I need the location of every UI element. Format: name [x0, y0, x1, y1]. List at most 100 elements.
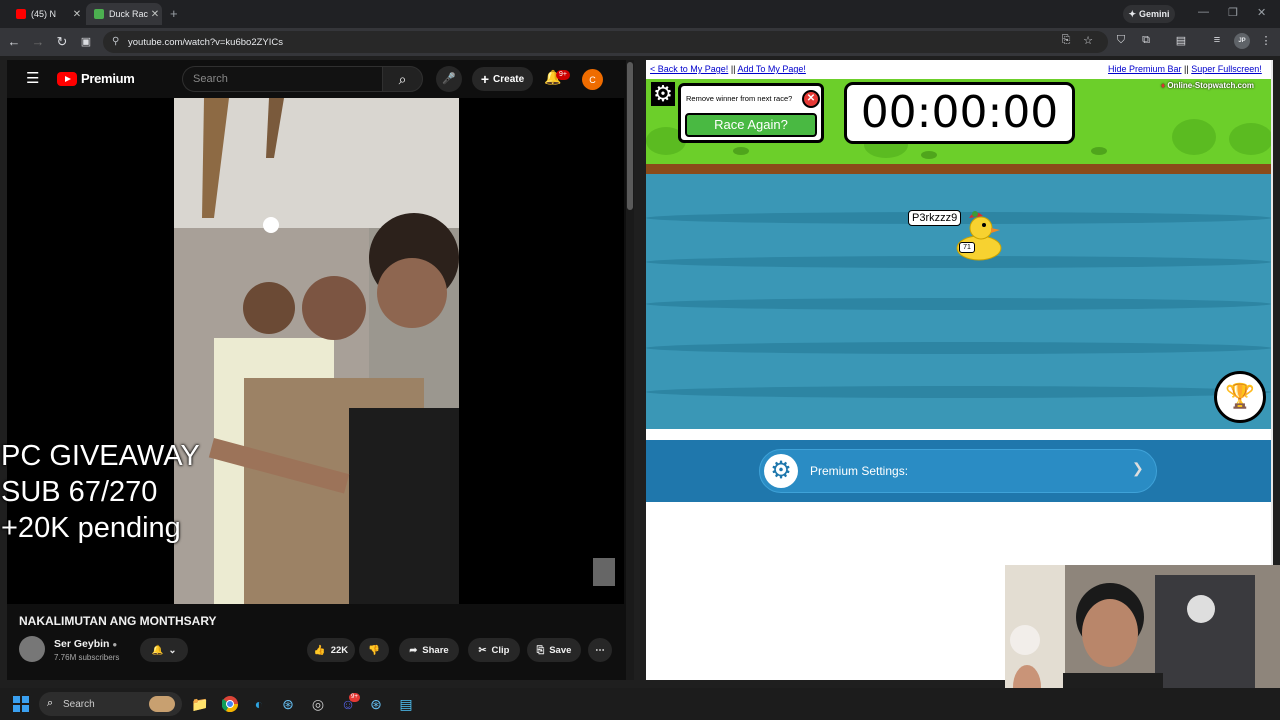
river-bank-dirt: [646, 164, 1273, 174]
duck-race-favicon-icon: [94, 9, 104, 19]
bookmark-icon: ⎘: [536, 644, 545, 656]
file-explorer-icon[interactable]: 📁: [190, 694, 210, 714]
youtube-logo[interactable]: Premium: [57, 71, 135, 86]
more-actions-button[interactable]: ⋯: [588, 638, 612, 662]
hamburger-icon[interactable]: ☰: [26, 71, 39, 86]
bell-icon: 🔔: [151, 644, 164, 656]
window-close-icon[interactable]: ✕: [1257, 6, 1266, 19]
notepad-icon[interactable]: ▤: [396, 694, 416, 714]
online-stopwatch-logo[interactable]: ♦ Online-Stopwatch.com: [1161, 81, 1254, 90]
share-button[interactable]: ➦ Share: [399, 638, 459, 662]
microphone-icon[interactable]: 🎤: [436, 66, 462, 92]
app-icon[interactable]: ◎: [308, 694, 328, 714]
steam-secondary-icon[interactable]: ⊛: [366, 694, 386, 714]
tab-duck-race[interactable]: Duck Rac ✕: [86, 3, 162, 25]
logo-text: Premium: [81, 71, 135, 86]
back-icon[interactable]: ←: [6, 34, 22, 50]
bookmark-star-icon[interactable]: ☆: [1080, 34, 1096, 47]
super-fullscreen-link[interactable]: Super Fullscreen!: [1191, 64, 1262, 74]
chrome-icon[interactable]: [220, 694, 240, 714]
dislike-button[interactable]: 👎: [359, 638, 389, 662]
scrollbar-thumb[interactable]: [627, 62, 633, 210]
add-to-page-link[interactable]: Add To My Page!: [738, 64, 806, 74]
duck-number: 71: [959, 242, 975, 253]
split-view-icon[interactable]: ▣: [78, 34, 94, 50]
close-icon[interactable]: ✕: [70, 9, 84, 20]
search-input[interactable]: Search: [182, 66, 382, 92]
overlay-line: PC GIVEAWAY: [1, 440, 200, 472]
profile-avatar[interactable]: JP: [1234, 33, 1250, 49]
subscribe-bell-button[interactable]: 🔔 ⌄: [140, 638, 188, 662]
premium-settings-toggle[interactable]: ⚙ Premium Settings: ❯: [759, 449, 1157, 493]
reload-icon[interactable]: ↻: [54, 34, 70, 50]
winner-popup: Remove winner from next race? ✕ Race Aga…: [678, 83, 824, 143]
channel-name-text: Ser Geybin: [54, 638, 110, 650]
channel-name[interactable]: Ser Geybin ●: [54, 638, 117, 650]
overlay-line: SUB 67/270: [1, 476, 158, 508]
site-info-icon[interactable]: ⚲: [112, 36, 119, 47]
search-icon[interactable]: ⌕: [382, 66, 423, 92]
verified-icon: ●: [112, 640, 118, 649]
edge-icon[interactable]: ◐: [249, 694, 269, 714]
channel-avatar[interactable]: [19, 636, 45, 662]
wave-stripe: [646, 342, 1271, 354]
youtube-play-icon: [57, 71, 77, 86]
premium-settings-label: Premium Settings:: [810, 464, 909, 478]
sidepanel-icon[interactable]: ▤: [1173, 34, 1189, 47]
youtube-scrollbar[interactable]: [626, 60, 634, 680]
close-icon[interactable]: ✕: [148, 9, 162, 20]
channel-watermark[interactable]: [593, 558, 615, 586]
new-tab-icon[interactable]: +: [170, 6, 178, 21]
create-button[interactable]: + Create: [472, 67, 533, 91]
like-count: 22K: [330, 644, 349, 656]
remove-winner-x-icon[interactable]: ✕: [802, 90, 820, 108]
minimize-icon[interactable]: —: [1198, 6, 1209, 18]
youtube-pane: ☰ Premium Search ⌕ 🎤 + Create 🔔 9+ C PC …: [1, 60, 634, 680]
tab-label: Duck Rac: [109, 9, 148, 19]
gemini-button[interactable]: ✦ Gemini: [1123, 5, 1175, 23]
reading-list-icon[interactable]: ≡: [1209, 34, 1225, 46]
plus-icon: +: [480, 71, 490, 87]
back-to-page-link[interactable]: < Back to My Page!: [650, 64, 728, 74]
thumbs-up-icon: 👍: [313, 644, 326, 656]
tab-label: (45) N: [31, 9, 57, 19]
link-separator: ||: [730, 64, 736, 74]
shield-icon[interactable]: ⛉: [1113, 34, 1129, 47]
settings-gear-icon[interactable]: ⚙: [651, 82, 675, 106]
video-player[interactable]: PC GIVEAWAY SUB 67/270 +20K pending: [1, 98, 624, 604]
address-bar[interactable]: ⚲ youtube.com/watch?v=ku6bo2ZYICs: [103, 31, 1108, 53]
windows-taskbar: ⌕ Search 📁 ◐ ⊛ ◎ ☺ 9+ ⊛ ▤: [0, 688, 1280, 720]
like-button[interactable]: 👍 22K: [307, 638, 355, 662]
rubber-duck-icon: 71: [953, 210, 1003, 262]
video-scene-image: [174, 98, 459, 604]
windows-start-icon[interactable]: [13, 696, 29, 712]
save-button[interactable]: ⎘ Save: [527, 638, 581, 662]
race-timer: 00:00:00: [844, 82, 1075, 144]
taskbar-search[interactable]: ⌕ Search: [39, 692, 182, 716]
gear-icon: ⚙: [764, 454, 798, 488]
chevron-down-icon: ⌄: [168, 644, 177, 656]
cast-icon[interactable]: ⎘: [1058, 34, 1074, 47]
link-separator: ||: [1184, 64, 1189, 74]
url-text: youtube.com/watch?v=ku6bo2ZYICs: [128, 36, 283, 48]
premium-link-bar: < Back to My Page! || Add To My Page! Hi…: [646, 60, 1273, 79]
maximize-icon[interactable]: ❐: [1228, 6, 1238, 19]
giveaway-overlay-text: PC GIVEAWAY SUB 67/270 +20K pending: [1, 438, 200, 546]
tab-youtube[interactable]: (45) N ✕: [8, 3, 84, 25]
clip-button[interactable]: ✂ Clip: [468, 638, 520, 662]
trophy-icon[interactable]: 🏆: [1214, 371, 1266, 423]
video-title: NAKALIMUTAN ANG MONTHSARY: [19, 614, 217, 628]
save-label: Save: [549, 644, 572, 656]
extensions-icon[interactable]: ⧉: [1138, 34, 1154, 47]
clip-label: Clip: [491, 644, 510, 656]
search-icon: ⌕: [47, 697, 54, 709]
hide-premium-bar-link[interactable]: Hide Premium Bar: [1108, 64, 1182, 74]
steam-icon[interactable]: ⊛: [278, 694, 298, 714]
menu-dots-icon[interactable]: ⋮: [1258, 34, 1274, 47]
forward-icon[interactable]: →: [30, 34, 46, 50]
account-avatar[interactable]: C: [582, 69, 603, 90]
gemini-label: Gemini: [1139, 9, 1170, 19]
youtube-favicon-icon: [16, 9, 26, 19]
race-again-button[interactable]: Race Again?: [685, 113, 817, 137]
chevron-down-icon: ❯: [1132, 460, 1144, 476]
